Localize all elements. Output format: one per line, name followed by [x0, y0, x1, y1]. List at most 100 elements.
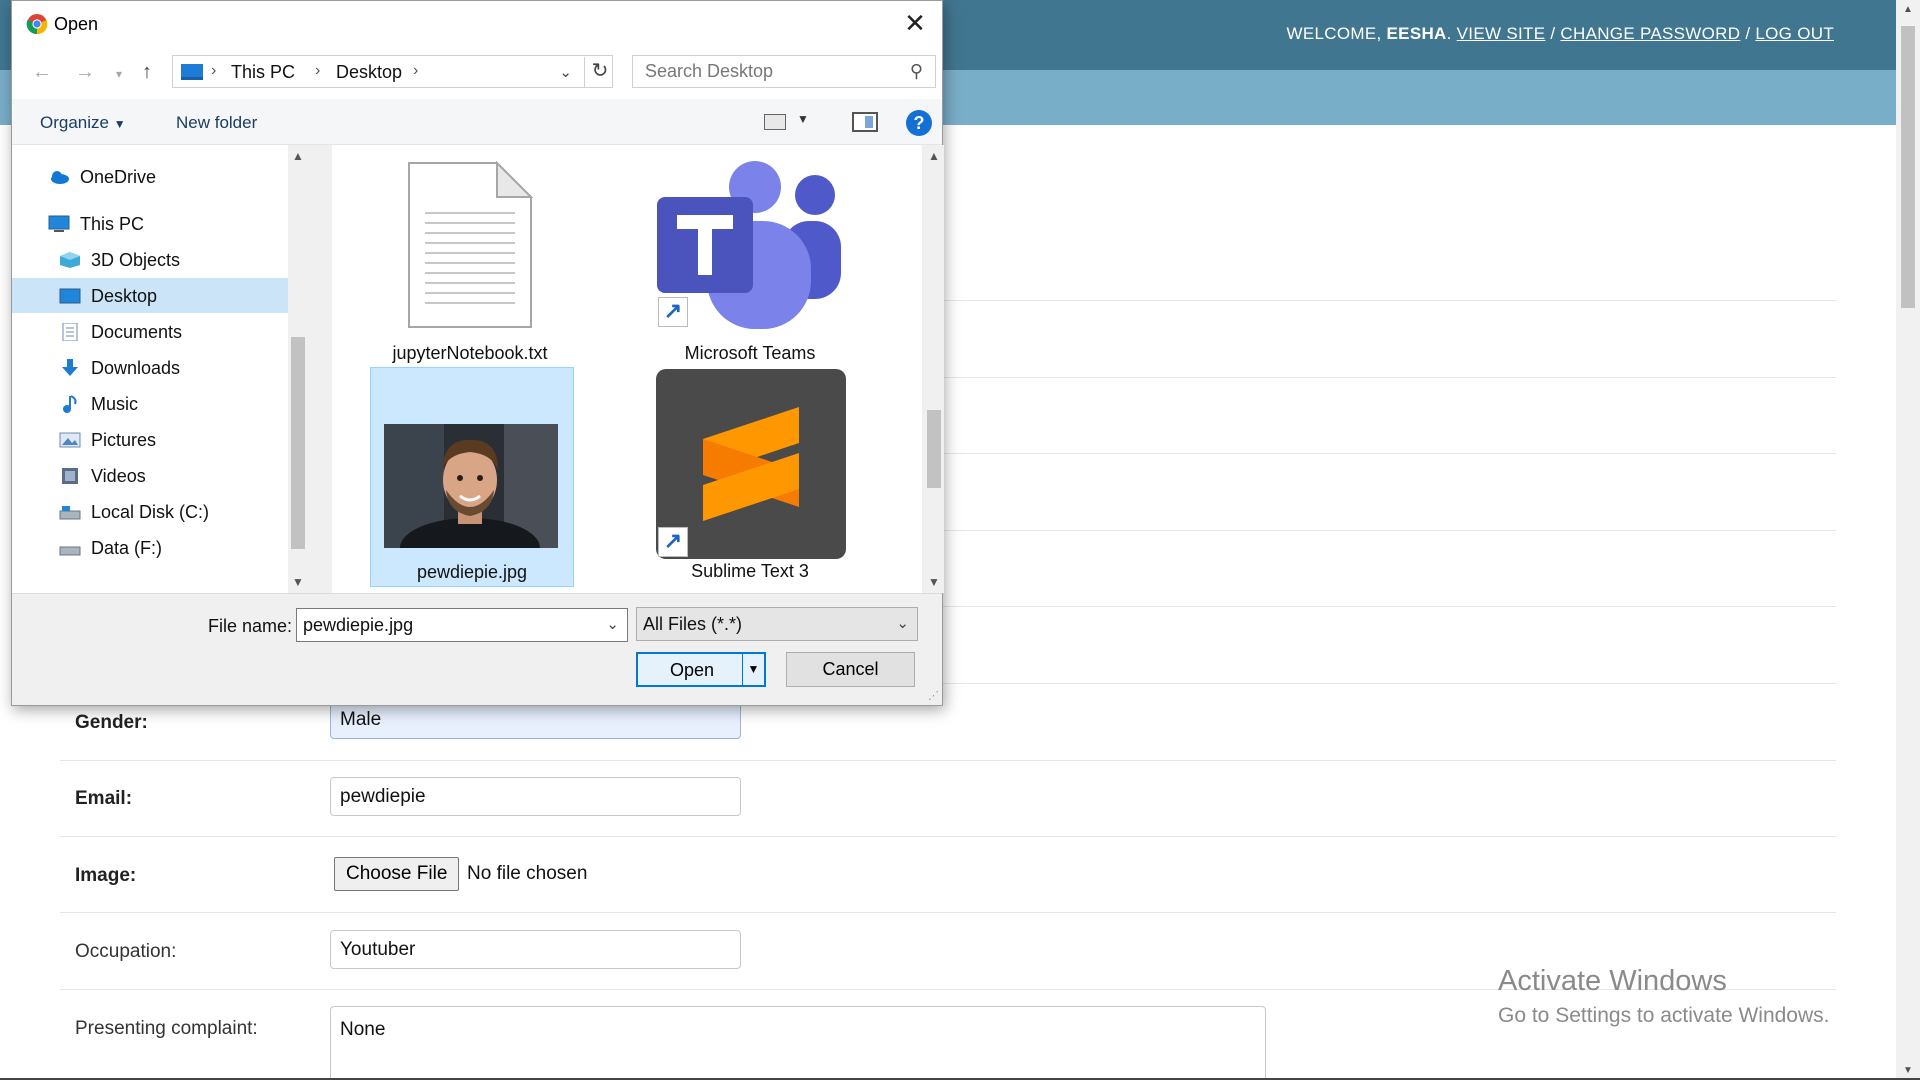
file-name-label: Sublime Text 3 [691, 561, 809, 581]
document-icon [62, 323, 78, 341]
drive-icon [59, 506, 81, 520]
choose-file-button[interactable]: Choose File [334, 857, 460, 891]
dialog-footer: File name: pewdiepie.jpg ⌄ All Files (*.… [12, 593, 942, 705]
file-list: jupyterNotebook.txt ↗ Microsoft Teams pe… [332, 145, 922, 593]
breadcrumb-desktop[interactable]: Desktop [336, 62, 402, 83]
nav-label: Desktop [91, 286, 158, 306]
nav-item-pictures[interactable]: Pictures [12, 422, 308, 457]
file-name-value: pewdiepie.jpg [303, 615, 414, 635]
preview-pane-icon[interactable] [852, 112, 878, 132]
row-divider [60, 760, 1836, 761]
search-icon: ⚲ [909, 61, 923, 81]
file-scroll-thumb[interactable] [927, 410, 941, 488]
nav-label: Documents [91, 322, 183, 342]
nav-label: 3D Objects [91, 250, 181, 270]
breadcrumb-this-pc[interactable]: This PC [231, 62, 295, 83]
open-options-dropdown-icon[interactable]: ▼ [742, 654, 764, 685]
computer-icon [181, 64, 203, 80]
view-site-link[interactable]: VIEW SITE [1457, 24, 1546, 43]
image-label: Image: [75, 865, 137, 886]
search-placeholder: Search Desktop [645, 61, 774, 81]
watermark-line2: Go to Settings to activate Windows. [1498, 1004, 1830, 1027]
log-out-link[interactable]: LOG OUT [1755, 24, 1834, 43]
file-status: No file chosen [467, 863, 588, 884]
user-tools: WELCOME, EESHA. VIEW SITE / CHANGE PASSW… [1286, 24, 1834, 43]
scroll-up-arrow-icon[interactable]: ▲ [292, 149, 304, 163]
chevron-down-icon[interactable]: ▼ [797, 112, 809, 126]
forward-arrow-icon[interactable]: → [75, 61, 95, 84]
nav-item-3d-objects[interactable]: 3D Objects [12, 242, 308, 277]
nav-item-data-drive[interactable]: Data (F:) [12, 530, 308, 565]
change-view-icon[interactable] [764, 114, 786, 130]
scroll-up-arrow-icon[interactable]: ▲ [928, 149, 940, 163]
chevron-down-icon[interactable]: ⌄ [606, 615, 619, 633]
nav-item-local-disk[interactable]: Local Disk (C:) [12, 494, 308, 529]
nav-label: Downloads [91, 358, 181, 378]
email-field[interactable]: pewdiepie [330, 777, 741, 816]
organize-label: Organize [40, 113, 109, 132]
cloud-icon [51, 171, 69, 184]
gender-label: Gender: [75, 712, 148, 733]
file-list-scrollbar[interactable]: ▲ ▼ [924, 145, 944, 593]
row-divider [60, 912, 1836, 913]
scroll-up-arrow-icon[interactable]: ▲ [1903, 4, 1913, 15]
nav-item-downloads[interactable]: Downloads [12, 350, 308, 385]
file-item-microsoft-teams[interactable]: ↗ Microsoft Teams [648, 147, 852, 367]
desktop-icon [59, 288, 81, 304]
link-separator: / [1550, 24, 1556, 43]
file-name-label: Microsoft Teams [684, 343, 816, 363]
occupation-field[interactable]: Youtuber [330, 930, 741, 969]
new-folder-button[interactable]: New folder [176, 113, 257, 133]
link-separator: / [1745, 24, 1751, 43]
nav-item-documents[interactable]: Documents [12, 314, 308, 349]
scroll-down-arrow-icon[interactable]: ▼ [1903, 1065, 1913, 1076]
nav-label: Data (F:) [91, 538, 163, 558]
nav-pane-scrollbar[interactable]: ▲ ▼ [288, 145, 308, 593]
file-name-input[interactable]: pewdiepie.jpg ⌄ [296, 608, 628, 642]
welcome-text: WELCOME, [1286, 24, 1382, 43]
nav-item-music[interactable]: Music [12, 386, 308, 421]
scroll-down-arrow-icon[interactable]: ▼ [292, 575, 304, 589]
cancel-button[interactable]: Cancel [786, 652, 915, 687]
nav-label: Pictures [91, 430, 157, 450]
username: EESHA [1386, 24, 1447, 43]
file-item-pewdiepie[interactable]: pewdiepie.jpg [370, 367, 574, 587]
file-name-label: jupyterNotebook.txt [392, 343, 548, 363]
nav-label: This PC [80, 214, 145, 234]
photo-thumbnail [384, 424, 558, 548]
back-arrow-icon[interactable]: ← [32, 61, 52, 84]
chevron-right-icon: › [211, 62, 217, 79]
file-name-label: pewdiepie.jpg [416, 562, 528, 582]
nav-item-onedrive[interactable]: OneDrive [12, 159, 308, 194]
recent-locations-icon[interactable]: ▾ [116, 67, 122, 81]
nav-item-videos[interactable]: Videos [12, 458, 308, 493]
open-button-label: Open [669, 660, 715, 680]
organize-button[interactable]: Organize ▼ [40, 113, 126, 133]
close-icon[interactable]: ✕ [900, 9, 930, 39]
watermark-line1: Activate Windows [1498, 965, 1727, 997]
page-scroll-thumb[interactable] [1901, 26, 1915, 308]
help-icon[interactable]: ? [906, 110, 932, 136]
chevron-down-icon[interactable]: ⌄ [559, 63, 572, 81]
file-item-sublime-text[interactable]: ↗ Sublime Text 3 [648, 367, 852, 587]
refresh-icon[interactable]: ↻ [584, 57, 615, 88]
pictures-icon [59, 432, 81, 448]
shortcut-arrow-icon: ↗ [658, 527, 688, 557]
open-button[interactable]: Open ▼ [636, 652, 766, 687]
up-arrow-icon[interactable]: ↑ [142, 61, 152, 84]
scroll-down-arrow-icon[interactable]: ▼ [928, 575, 940, 589]
nav-item-desktop[interactable]: Desktop [12, 278, 308, 313]
nav-scroll-thumb[interactable] [291, 337, 305, 549]
address-bar[interactable]: › This PC › Desktop › ⌄ [172, 55, 613, 88]
file-type-select[interactable]: All Files (*.*) ⌄ [636, 607, 918, 641]
file-item-jupyter[interactable]: jupyterNotebook.txt [368, 147, 572, 367]
resize-grip-icon[interactable]: ⋰ [928, 689, 939, 702]
chrome-icon [26, 14, 48, 35]
complaint-textarea[interactable]: None [330, 1006, 1266, 1080]
change-password-link[interactable]: CHANGE PASSWORD [1560, 24, 1740, 43]
nav-label: OneDrive [80, 167, 157, 187]
search-input[interactable]: Search Desktop ⚲ [632, 55, 936, 88]
nav-item-this-pc[interactable]: This PC [12, 206, 308, 241]
page-scrollbar[interactable]: ▲ ▼ [1896, 0, 1920, 1080]
cube-icon [60, 252, 80, 268]
